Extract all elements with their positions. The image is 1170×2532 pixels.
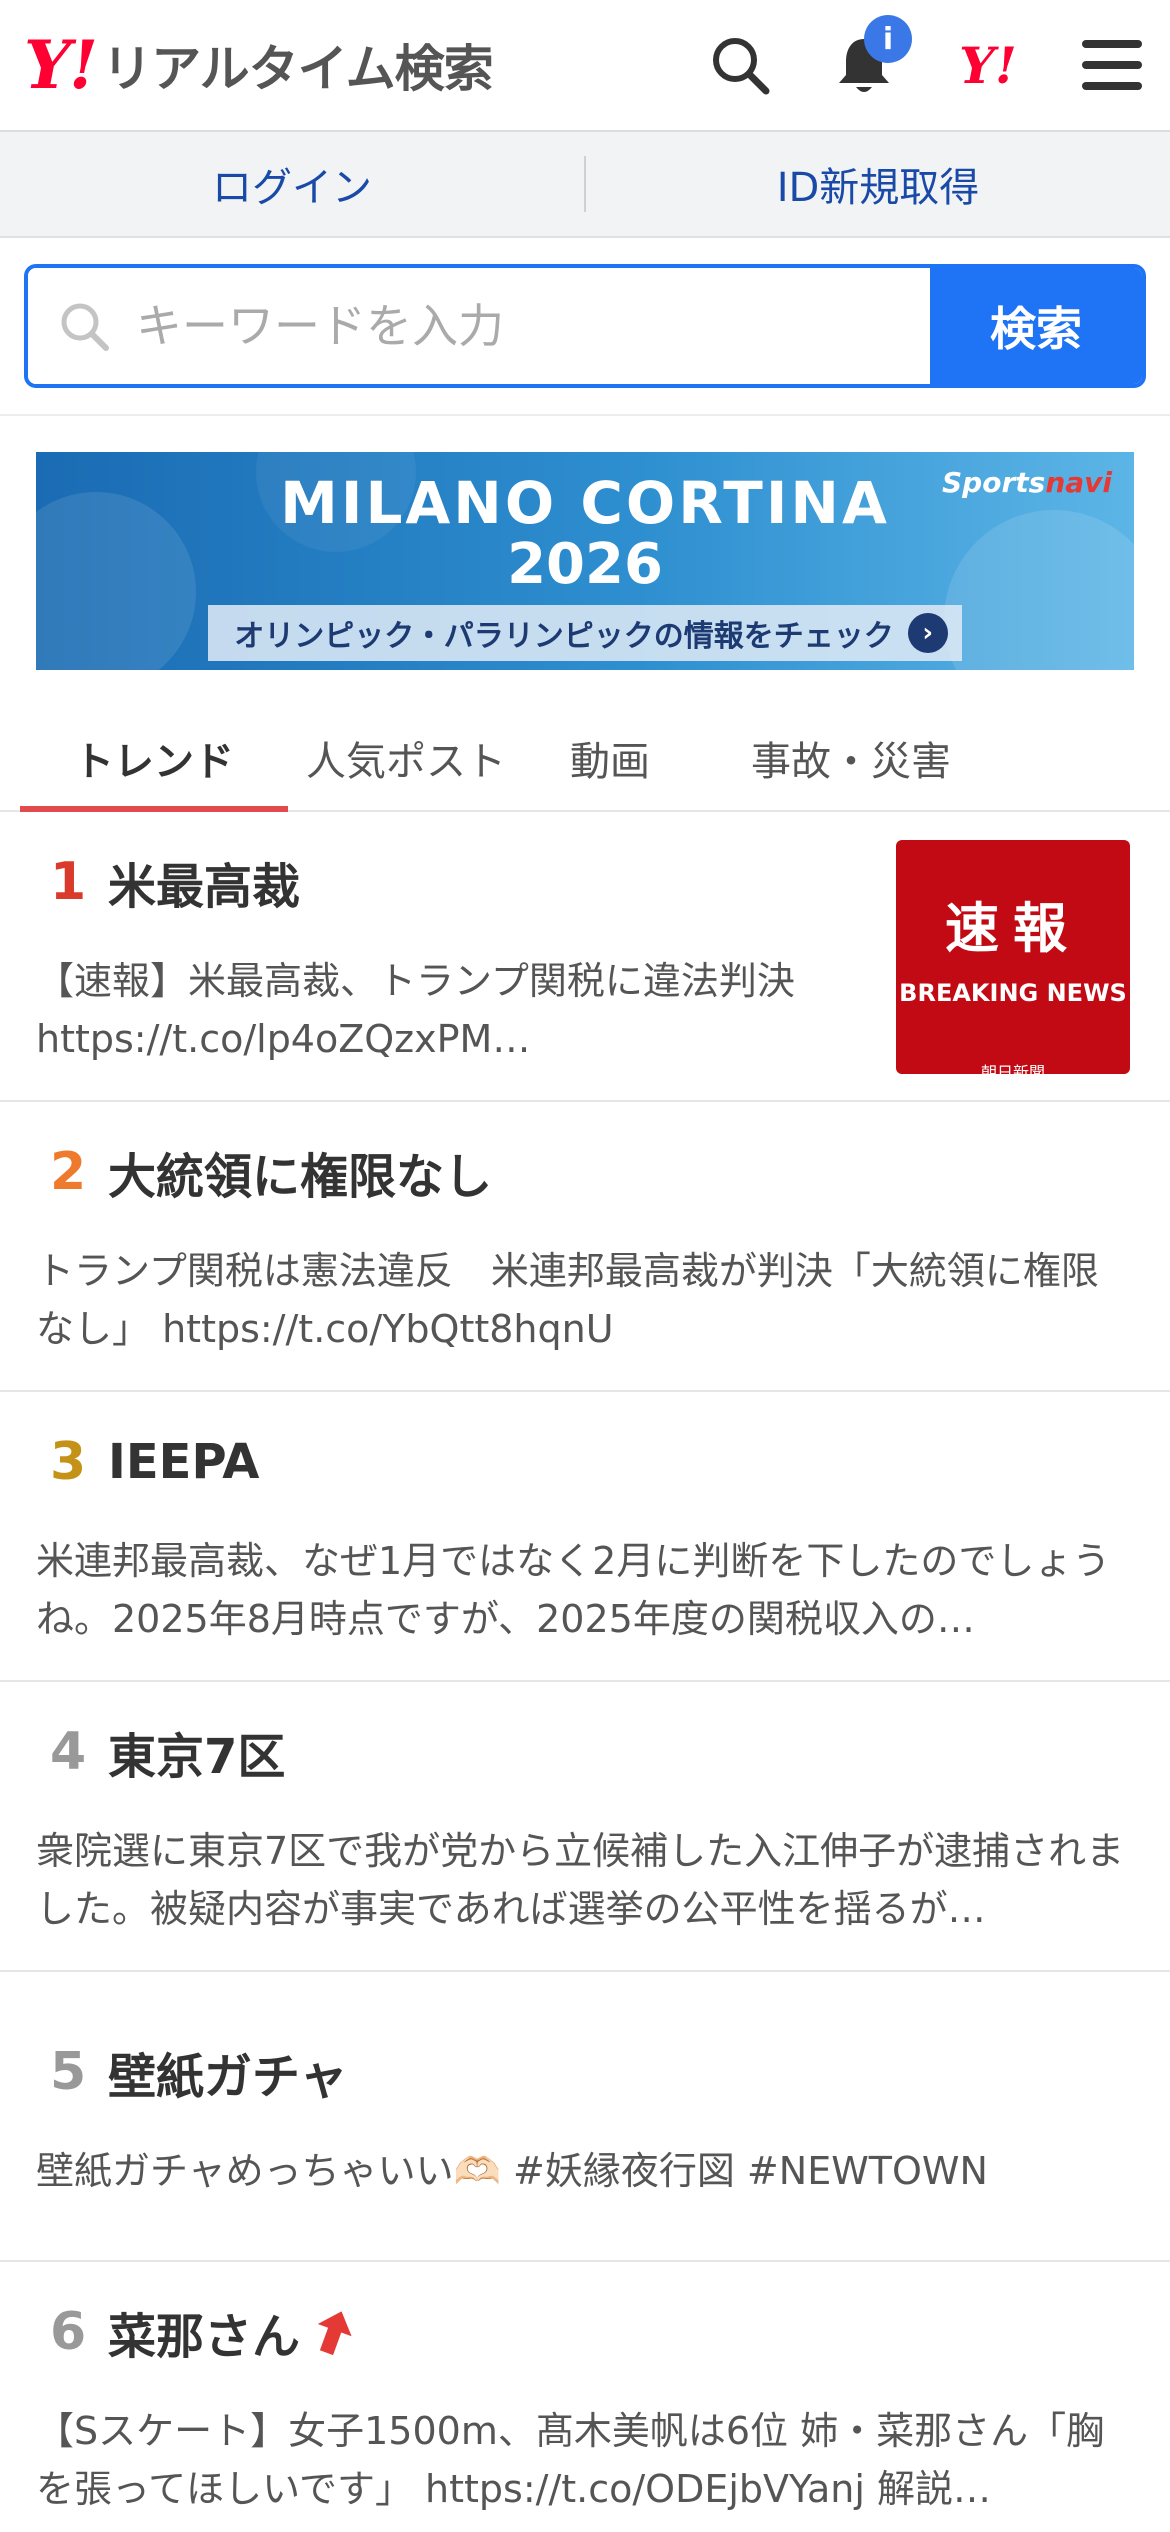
search-button[interactable]: 検索 bbox=[930, 268, 1142, 384]
yahoo-small-logo: Y! bbox=[959, 35, 1017, 95]
trend-title: 東京7区 bbox=[108, 1729, 286, 1785]
trend-rank: 1 bbox=[50, 852, 87, 912]
search-input[interactable] bbox=[134, 298, 834, 354]
trend-description: 壁紙ガチャめっちゃいい🫶🏻 #妖縁夜行図 #NEWTOWN bbox=[36, 2149, 988, 2193]
trend-rank: 2 bbox=[50, 1142, 87, 1202]
notification-badge: i bbox=[864, 15, 912, 63]
trend-item[interactable]: 1 米最高裁 【速報】米最高裁、トランプ関税に違法判決 https://t.co… bbox=[0, 812, 1170, 1102]
trend-head: 2 大統領に権限なし bbox=[36, 1132, 1134, 1212]
trend-head: 5 壁紙ガチャ bbox=[36, 2032, 1134, 2112]
header-actions: i Y! bbox=[704, 15, 1148, 101]
trend-rank: 5 bbox=[50, 2042, 87, 2102]
login-bar: ログイン ID新規取得 bbox=[0, 132, 1170, 238]
trend-title: 壁紙ガチャ bbox=[108, 2049, 348, 2105]
trend-description: トランプ関税は憲法違反 米連邦最高裁が判決「大統領に権限なし」 https://… bbox=[36, 1249, 1099, 1351]
trend-list: 1 米最高裁 【速報】米最高裁、トランプ関税に違法判決 https://t.co… bbox=[0, 812, 1170, 2532]
trend-item[interactable]: 2 大統領に権限なし トランプ関税は憲法違反 米連邦最高裁が判決「大統領に権限な… bbox=[0, 1102, 1170, 1392]
trend-item[interactable]: 3 IEEPA 米連邦最高裁、なぜ1月ではなく2月に判断を下したのでしょうね。2… bbox=[0, 1392, 1170, 1682]
tab-trend[interactable]: トレンド bbox=[20, 706, 288, 812]
trend-rank: 3 bbox=[50, 1432, 87, 1492]
trend-item[interactable]: 5 壁紙ガチャ 壁紙ガチャめっちゃいい🫶🏻 #妖縁夜行図 #NEWTOWN bbox=[0, 1972, 1170, 2262]
trend-head: 6 菜那さん bbox=[36, 2292, 1134, 2372]
yahoo-realtime-logo[interactable]: Y! リアルタイム検索 bbox=[24, 26, 494, 104]
banner-title: MILANO CORTINA bbox=[280, 469, 890, 537]
trend-description: 【速報】米最高裁、トランプ関税に違法判決 https://t.co/lp4oZQ… bbox=[36, 959, 795, 1061]
tab-video[interactable]: 動画 bbox=[524, 706, 696, 810]
tab-accident-disaster[interactable]: 事故・災害 bbox=[696, 706, 1006, 810]
rising-arrow-icon bbox=[314, 2308, 354, 2356]
trend-head: 4 東京7区 bbox=[36, 1712, 1134, 1792]
thumb-sub-text: BREAKING NEWS bbox=[899, 979, 1127, 1007]
trend-rank: 6 bbox=[50, 2302, 87, 2362]
trend-title: IEEPA bbox=[108, 1434, 260, 1490]
register-link[interactable]: ID新規取得 bbox=[586, 155, 1170, 213]
trend-description: 米連邦最高裁、なぜ1月ではなく2月に判断を下したのでしょうね。2025年8月時点… bbox=[36, 1539, 1111, 1641]
trend-title: 大統領に権限なし bbox=[108, 1149, 493, 1205]
search-field-icon bbox=[61, 303, 109, 351]
search-field[interactable] bbox=[28, 268, 930, 384]
trend-title: 米最高裁 bbox=[108, 859, 301, 915]
trend-title: 菜那さん bbox=[108, 2309, 301, 2365]
bell-icon[interactable]: i bbox=[828, 15, 912, 101]
trend-head: 3 IEEPA bbox=[36, 1422, 1134, 1502]
trend-description: 【Sスケート】女子1500m、髙木美帆は6位 姉・菜那さん「胸を張ってほしいです… bbox=[36, 2409, 1105, 2511]
chevron-right-icon: › bbox=[907, 612, 948, 653]
olympics-banner[interactable]: Sportsnavi MILANO CORTINA 2026 オリンピック・パラ… bbox=[36, 452, 1134, 670]
category-tabs: トレンド 人気ポスト 動画 事故・災害 bbox=[0, 706, 1170, 812]
yahoo-home-icon[interactable]: Y! bbox=[952, 29, 1024, 101]
trend-item[interactable]: 6 菜那さん 【Sスケート】女子1500m、髙木美帆は6位 姉・菜那さん「胸を張… bbox=[0, 2262, 1170, 2532]
breaking-news-thumbnail: 速報 BREAKING NEWS 朝日新聞 bbox=[896, 840, 1130, 1082]
menu-icon[interactable] bbox=[1076, 29, 1148, 101]
search-icon[interactable] bbox=[704, 29, 776, 101]
banner-subtitle-text: オリンピック・パラリンピックの情報をチェック bbox=[234, 618, 894, 654]
trend-rank: 4 bbox=[50, 1722, 87, 1782]
trend-description: 衆院選に東京7区で我が党から立候補した入江伸子が逮捕されました。被疑内容が事実で… bbox=[36, 1829, 1125, 1931]
banner-subtitle: オリンピック・パラリンピックの情報をチェック › bbox=[208, 604, 962, 661]
yahoo-logo-mark: Y! bbox=[24, 26, 98, 104]
thumb-source: 朝日新聞 bbox=[980, 1063, 1045, 1082]
login-link[interactable]: ログイン bbox=[0, 155, 584, 213]
search-form: 検索 bbox=[24, 264, 1146, 388]
tab-popular-posts[interactable]: 人気ポスト bbox=[288, 706, 524, 810]
logo-title: リアルタイム検索 bbox=[102, 40, 493, 98]
banner-year: 2026 bbox=[507, 532, 663, 597]
search-section: 検索 bbox=[0, 238, 1170, 416]
thumb-main-text: 速報 bbox=[945, 897, 1081, 960]
trend-item[interactable]: 4 東京7区 衆院選に東京7区で我が党から立候補した入江伸子が逮捕されました。被… bbox=[0, 1682, 1170, 1972]
app-header: Y! リアルタイム検索 i Y! bbox=[0, 0, 1170, 132]
